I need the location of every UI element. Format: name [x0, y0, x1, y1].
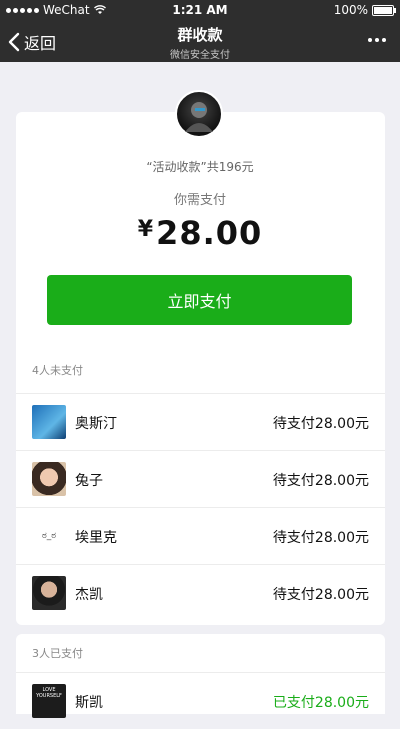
list-item[interactable]: 兔子 待支付28.00元	[16, 450, 385, 507]
member-name: 斯凯	[75, 695, 103, 711]
payment-status: 待支付28.00元	[272, 416, 369, 432]
unpaid-section-title: 4人未支付	[32, 364, 83, 377]
nav-bar: 返回 群收款 微信安全支付	[0, 20, 400, 62]
payment-status: 待支付28.00元	[272, 473, 369, 489]
amount-value: 28.00	[156, 214, 263, 252]
member-name: 奥斯汀	[75, 416, 117, 432]
page-title: 群收款	[177, 26, 223, 44]
amount-due: ¥28.00	[0, 214, 400, 252]
payment-status: 已支付28.00元	[272, 695, 369, 711]
avatar	[32, 576, 66, 610]
avatar	[32, 462, 66, 496]
battery-info: 100%	[333, 3, 396, 17]
paid-section-title: 3人已支付	[32, 647, 83, 660]
list-item[interactable]: ಠ_ಠ 埃里克 待支付28.00元	[16, 507, 385, 564]
page-subtitle: 微信安全支付	[170, 50, 230, 61]
list-item[interactable]: LOVE YOURSELF 斯凯 已支付28.00元	[16, 672, 385, 729]
need-pay-label: 你需支付	[173, 193, 226, 208]
payment-status: 待支付28.00元	[272, 587, 369, 603]
list-item[interactable]: 奥斯汀 待支付28.00元	[16, 393, 385, 450]
member-name: 兔子	[75, 473, 103, 489]
avatar-figure-icon	[185, 102, 213, 132]
currency-symbol: ¥	[137, 217, 155, 242]
avatar	[32, 405, 66, 439]
battery-icon	[372, 4, 396, 16]
avatar: LOVE YOURSELF	[32, 684, 66, 718]
list-item[interactable]: 杰凯 待支付28.00元	[16, 564, 385, 621]
battery-percent: 100%	[333, 3, 368, 17]
activity-summary: “活动收款”共196元	[146, 160, 254, 174]
member-name: 埃里克	[75, 530, 117, 546]
nav-titles: 群收款 微信安全支付	[0, 24, 400, 61]
more-options-icon[interactable]	[368, 38, 386, 42]
organizer-avatar	[175, 90, 223, 138]
payment-status: 待支付28.00元	[272, 530, 369, 546]
status-bar: WeChat 1:21 AM 100%	[0, 0, 400, 20]
member-name: 杰凯	[75, 587, 103, 603]
avatar: ಠ_ಠ	[32, 519, 66, 553]
pay-now-button[interactable]: 立即支付	[47, 275, 352, 325]
